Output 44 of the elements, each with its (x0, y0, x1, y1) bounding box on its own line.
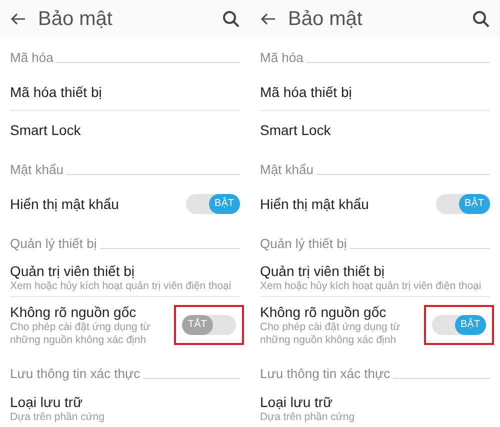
row-subtitle: Cho phép cài đặt ứng dụng từ những nguồn không xác định (260, 321, 402, 347)
search-icon[interactable] (222, 10, 240, 28)
row-subtitle: Xem hoặc hủy kích hoạt quản trị viên điện thoại (10, 280, 232, 293)
row-subtitle: Dựa trên phần cứng (10, 410, 106, 424)
section-header: Mật khẩu (10, 160, 64, 178)
settings-row[interactable]: Mã hóa thiết bị (260, 73, 490, 111)
row-title: Loại lưu trữ (10, 392, 84, 410)
section-header: Quản lý thiết bị (10, 234, 97, 253)
settings-row[interactable]: Không rõ nguồn gốc Cho phép cài đặt ứng dụng từ những nguồn không xác định TẮT (10, 297, 240, 353)
section-header: Mã hóa (260, 48, 304, 66)
row-title: Smart Lock (260, 121, 332, 139)
row-title: Không rõ nguồn gốc (260, 303, 388, 321)
section-header: Quản lý thiết bị (260, 234, 347, 253)
row-title: Smart Lock (10, 121, 82, 139)
back-arrow-icon[interactable] (260, 10, 276, 26)
section-header: Mật khẩu (260, 160, 314, 178)
settings-row[interactable]: Quản trị viên thiết bị Xem hoặc hủy kích hoạt quản trị viên điện thoại (10, 259, 240, 297)
row-title: Quản trị viên thiết bị (260, 262, 386, 280)
section-header: Lưu thông tin xác thực (260, 364, 390, 383)
row-subtitle: Dựa trên phần cứng (260, 410, 356, 424)
back-arrow-icon[interactable] (10, 10, 26, 26)
settings-row[interactable]: Mã hóa thiết bị (10, 73, 240, 111)
row-title: Hiển thị mật khẩu (10, 195, 120, 213)
settings-row[interactable]: Smart Lock (10, 111, 240, 149)
settings-row[interactable]: Không rõ nguồn gốc Cho phép cài đặt ứng dụng từ những nguồn không xác định BẬT (260, 297, 490, 353)
section-header: Lưu thông tin xác thực (10, 364, 140, 383)
row-title: Mã hóa thiết bị (260, 82, 353, 100)
row-title: Quản trị viên thiết bị (10, 262, 136, 280)
screen-title: Bảo mật (288, 6, 364, 32)
settings-row[interactable]: Loại lưu trữ Dựa trên phần cứng (10, 389, 240, 427)
search-icon[interactable] (472, 10, 490, 28)
section-header: Mã hóa (10, 48, 54, 66)
settings-row[interactable]: Loại lưu trữ Dựa trên phần cứng (260, 389, 490, 427)
row-title: Mã hóa thiết bị (10, 82, 103, 100)
settings-row[interactable]: Hiển thị mật khẩu BẬT (260, 185, 490, 223)
row-subtitle: Cho phép cài đặt ứng dụng từ những nguồn không xác định (10, 321, 152, 347)
row-title: Hiển thị mật khẩu (260, 195, 370, 213)
row-subtitle: Xem hoặc hủy kích hoạt quản trị viên điện thoại (260, 280, 482, 293)
row-title: Không rõ nguồn gốc (10, 303, 138, 321)
row-title: Loại lưu trữ (260, 392, 334, 410)
settings-row[interactable]: Quản trị viên thiết bị Xem hoặc hủy kích hoạt quản trị viên điện thoại (260, 259, 490, 297)
settings-row[interactable]: Smart Lock (260, 111, 490, 149)
settings-row[interactable]: Hiển thị mật khẩu BẬT (10, 185, 240, 223)
screen-title: Bảo mật (38, 6, 114, 32)
